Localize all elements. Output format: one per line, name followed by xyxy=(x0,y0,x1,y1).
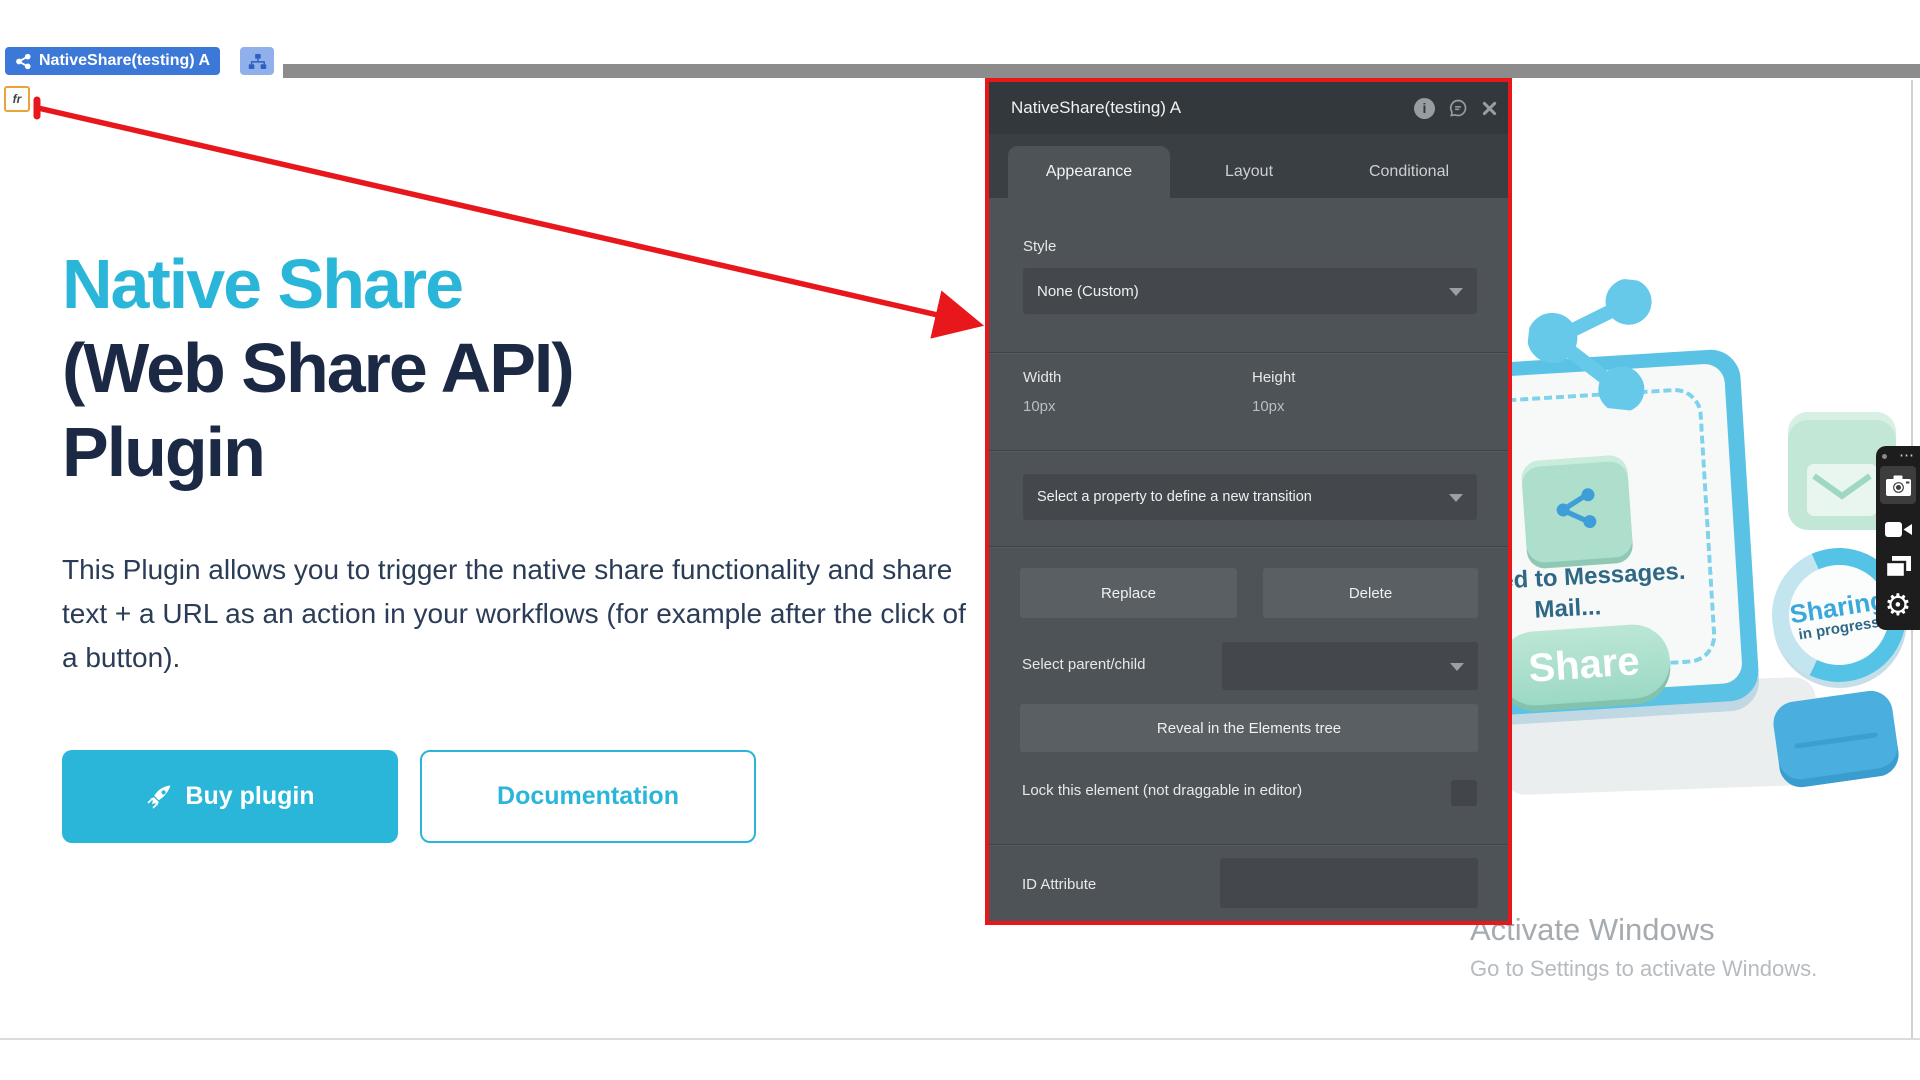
page-description: This Plugin allows you to trigger the na… xyxy=(62,548,977,680)
element-tree-button[interactable] xyxy=(240,47,274,75)
share-icon xyxy=(15,53,32,70)
height-label: Height xyxy=(1252,369,1295,386)
illustration-blue-box-slot xyxy=(1794,732,1878,749)
hierarchy-icon xyxy=(248,53,267,70)
capture-toolbar: ⋯ ⚙ xyxy=(1876,446,1920,630)
illustration-share-label: Share xyxy=(1527,639,1641,692)
windows-capture-icon[interactable] xyxy=(1880,548,1916,586)
tab-appearance[interactable]: Appearance xyxy=(1008,146,1170,198)
gear-glyph: ⚙ xyxy=(1885,588,1912,623)
heading-line-1: Native Share xyxy=(62,242,573,326)
buy-plugin-label: Buy plugin xyxy=(185,782,314,811)
editor-top-bar xyxy=(283,64,1920,78)
style-dropdown[interactable]: None (Custom) xyxy=(1023,268,1477,314)
panel-divider xyxy=(989,844,1508,845)
share-nodes-illustration-icon xyxy=(1521,270,1660,417)
property-editor-panel: NativeShare(testing) A i xyxy=(985,78,1512,925)
style-dropdown-value: None (Custom) xyxy=(1037,283,1139,300)
parent-child-label: Select parent/child xyxy=(1022,656,1145,673)
buy-plugin-button[interactable]: Buy plugin xyxy=(62,750,398,843)
style-label: Style xyxy=(1023,238,1056,255)
status-dot-icon xyxy=(1882,454,1887,459)
replace-button[interactable]: Replace xyxy=(1020,568,1237,618)
panel-header[interactable]: NativeShare(testing) A i xyxy=(989,82,1508,134)
reveal-button-label: Reveal in the Elements tree xyxy=(1157,720,1341,737)
tab-appearance-label: Appearance xyxy=(1046,163,1132,181)
panel-title: NativeShare(testing) A xyxy=(1011,98,1181,118)
documentation-label: Documentation xyxy=(497,782,679,810)
lock-element-label: Lock this element (not draggable in edit… xyxy=(1022,782,1302,799)
info-glyph: i xyxy=(1423,100,1427,116)
activate-windows-subtext: Go to Settings to activate Windows. xyxy=(1470,956,1817,982)
replace-button-label: Replace xyxy=(1101,585,1156,602)
close-icon[interactable] xyxy=(1481,100,1498,117)
illustration-share-button: Share xyxy=(1496,622,1673,708)
panel-divider xyxy=(989,352,1508,353)
documentation-button[interactable]: Documentation xyxy=(420,750,756,843)
id-attribute-input[interactable] xyxy=(1220,858,1478,908)
camera-icon[interactable] xyxy=(1880,466,1916,504)
comment-icon[interactable] xyxy=(1448,98,1468,118)
panel-tab-bar: Appearance Layout Conditional xyxy=(989,134,1508,198)
info-icon[interactable]: i xyxy=(1414,98,1435,119)
gear-icon[interactable]: ⚙ xyxy=(1880,586,1916,624)
transition-dropdown[interactable]: Select a property to define a new transi… xyxy=(1023,474,1477,520)
heading-line-3: Plugin xyxy=(62,410,573,494)
lock-element-checkbox[interactable] xyxy=(1451,780,1477,806)
page-bottom-divider xyxy=(0,1038,1920,1040)
share-tile-icon xyxy=(1549,481,1605,537)
chevron-down-icon xyxy=(1449,288,1463,296)
tab-layout[interactable]: Layout xyxy=(1189,146,1309,198)
width-label: Width xyxy=(1023,369,1061,386)
more-icon[interactable]: ⋯ xyxy=(1899,450,1914,462)
element-mini-icon[interactable]: fr xyxy=(4,86,30,112)
chevron-down-icon xyxy=(1449,494,1463,502)
width-value[interactable]: 10px xyxy=(1023,398,1056,415)
share-tile xyxy=(1521,454,1634,563)
tab-conditional[interactable]: Conditional xyxy=(1329,146,1489,198)
id-attribute-label: ID Attribute xyxy=(1022,876,1096,893)
rocket-icon xyxy=(145,783,173,811)
delete-button-label: Delete xyxy=(1349,585,1392,602)
illustration-blue-box xyxy=(1771,688,1902,790)
selected-element-label: NativeShare(testing) A xyxy=(39,52,210,70)
element-mini-glyph: fr xyxy=(13,92,22,106)
panel-divider xyxy=(989,546,1508,547)
delete-button[interactable]: Delete xyxy=(1263,568,1478,618)
page-title: Native Share (Web Share API) Plugin xyxy=(62,242,573,494)
video-icon[interactable] xyxy=(1880,510,1916,548)
envelope-icon xyxy=(1807,464,1877,516)
tab-conditional-label: Conditional xyxy=(1369,163,1449,181)
reveal-elements-tree-button[interactable]: Reveal in the Elements tree xyxy=(1020,704,1478,752)
panel-divider xyxy=(989,450,1508,451)
chevron-down-icon xyxy=(1450,663,1464,671)
selected-element-tag[interactable]: NativeShare(testing) A xyxy=(5,47,220,75)
parent-child-dropdown[interactable] xyxy=(1222,642,1478,690)
height-value[interactable]: 10px xyxy=(1252,398,1285,415)
tab-layout-label: Layout xyxy=(1225,163,1273,181)
screenshot-root: Native Share (Web Share API) Plugin This… xyxy=(0,0,1920,1080)
transition-dropdown-placeholder: Select a property to define a new transi… xyxy=(1037,489,1312,505)
heading-line-2: (Web Share API) xyxy=(62,326,573,410)
